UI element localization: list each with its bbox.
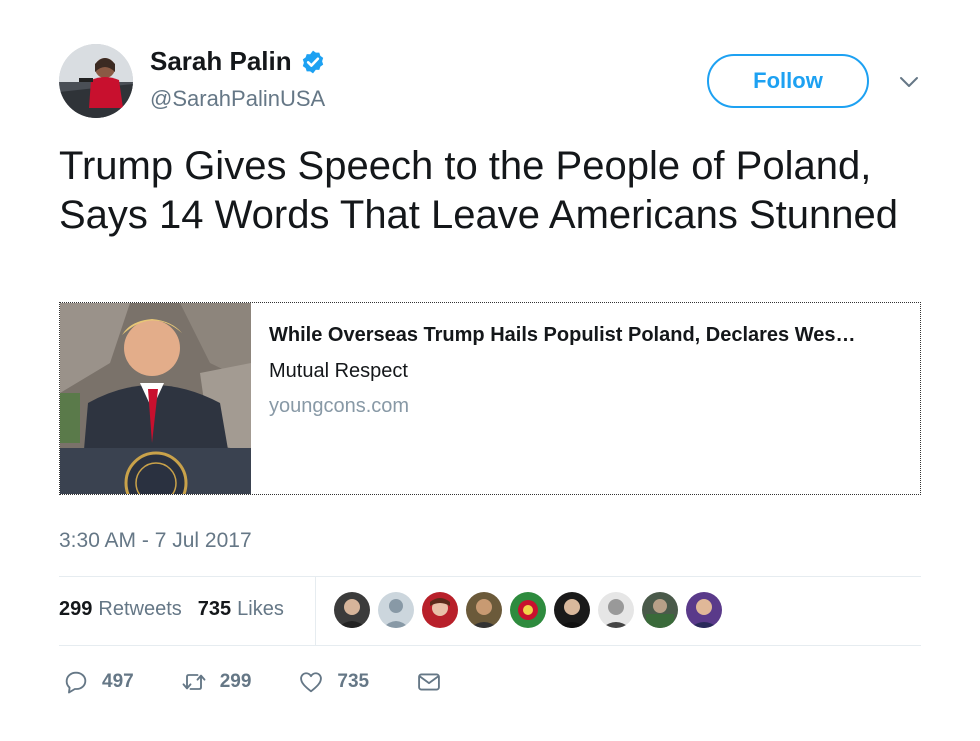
direct-message-button[interactable]	[415, 668, 443, 696]
heart-icon	[300, 672, 323, 693]
card-thumbnail[interactable]	[60, 303, 251, 494]
likes-count: 735	[197, 598, 232, 620]
retweets-count: 299	[59, 598, 93, 620]
engagement-stats: 299 Retweets 735 Likes	[59, 598, 284, 621]
liker-avatar[interactable]	[334, 592, 370, 628]
card-description: Mutual Respect	[269, 360, 408, 382]
tweet-text: Trump Gives Speech to the People of Pola…	[59, 144, 899, 237]
liker-avatar[interactable]	[686, 592, 722, 628]
follow-button[interactable]: Follow	[707, 54, 869, 108]
avatar-image	[59, 44, 133, 118]
divider-bottom	[59, 645, 921, 646]
tweet-actions: 497 299 735	[62, 668, 489, 696]
retweet-button[interactable]: 299	[180, 668, 252, 696]
liker-avatar[interactable]	[598, 592, 634, 628]
liker-avatar[interactable]	[378, 592, 414, 628]
retweet-icon	[182, 674, 206, 690]
card-thumbnail-image	[60, 303, 251, 494]
chevron-down-icon[interactable]	[897, 72, 921, 92]
envelope-icon	[418, 673, 440, 691]
tweet-timestamp[interactable]: 3:30 AM - 7 Jul 2017	[59, 529, 252, 553]
liker-avatars	[334, 592, 722, 628]
retweet-count: 299	[219, 671, 252, 692]
tweet: Sarah Palin @SarahPalinUSA Follow Trump …	[0, 0, 980, 741]
liker-avatar[interactable]	[466, 592, 502, 628]
retweets-label: Retweets	[98, 598, 182, 620]
user-avatar[interactable]	[59, 44, 133, 118]
liker-avatar[interactable]	[422, 592, 458, 628]
like-button[interactable]: 735	[297, 668, 369, 696]
user-name-row[interactable]: Sarah Palin	[150, 46, 326, 77]
verified-badge-icon	[302, 50, 323, 73]
user-handle[interactable]: @SarahPalinUSA	[150, 86, 325, 112]
likes-stat[interactable]: 735 Likes	[198, 598, 284, 621]
liker-avatar[interactable]	[510, 592, 546, 628]
like-count: 735	[337, 671, 370, 692]
reply-button[interactable]: 497	[62, 668, 134, 696]
card-title[interactable]: While Overseas Trump Hails Populist Pola…	[269, 324, 909, 347]
retweets-stat[interactable]: 299 Retweets	[59, 598, 182, 621]
liker-avatar[interactable]	[554, 592, 590, 628]
link-card[interactable]: While Overseas Trump Hails Populist Pola…	[59, 302, 921, 495]
likes-label: Likes	[237, 598, 284, 620]
user-display-name[interactable]: Sarah Palin	[150, 46, 292, 77]
divider-top	[59, 576, 921, 577]
reply-icon	[65, 671, 87, 694]
card-domain: youngcons.com	[269, 395, 410, 417]
liker-avatar[interactable]	[642, 592, 678, 628]
reply-count: 497	[102, 671, 134, 692]
stats-divider	[315, 576, 316, 645]
